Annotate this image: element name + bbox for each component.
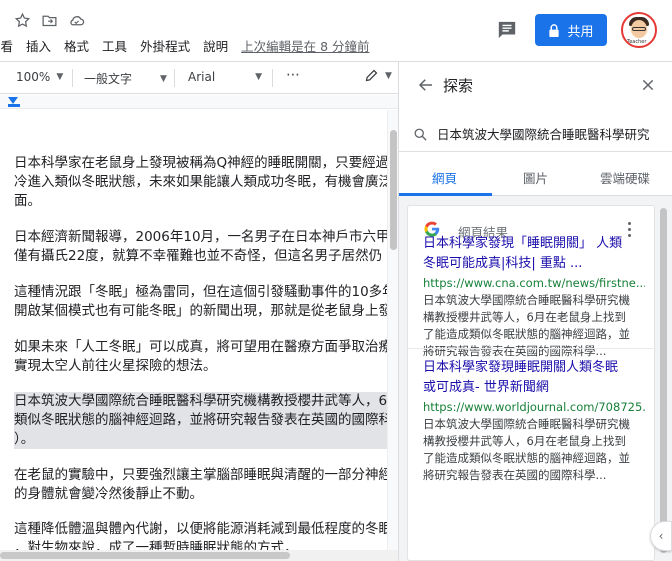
chevron-down-icon: ▼ <box>385 70 392 81</box>
share-button[interactable]: 共用 <box>535 14 607 46</box>
ruler[interactable] <box>0 95 398 109</box>
font-value: Arial <box>188 70 216 84</box>
doc-line: 如果未來「人工冬眠」可以成真，將可望用在醫療方面爭取治療 <box>14 339 388 355</box>
explore-search[interactable]: 日本筑波大學國際統合睡眠醫科學研究 <box>399 118 672 152</box>
result-snippet: 了能造成類似冬眠狀態的腦神經迴路，並 <box>423 451 630 465</box>
doc-line: ）。 <box>14 430 388 449</box>
doc-line: 的身體就會變冷然後靜止不動。 <box>14 486 203 502</box>
search-result[interactable]: 日本科學家發現「睡眠開關」 人類 冬眠可能成真|科技| 重點 ... https:/… <box>423 234 645 360</box>
result-title[interactable]: 冬眠可能成真|科技| 重點 ... <box>423 254 645 274</box>
doc-paragraph[interactable]: 日本經濟新聞報導，2006年10月，一名男子在日本神戶市六甲 僅有攝氏22度，就算… <box>14 228 388 266</box>
document-horizontal-scrollbar[interactable] <box>0 550 398 561</box>
doc-line: 類似冬眠狀態的腦神經迴路，並將研究報告發表在英國的國際科 <box>14 411 388 430</box>
explore-title: 探索 <box>443 77 474 95</box>
explore-panel: 探索 日本筑波大學國際統合睡眠醫科學研究 網頁 圖片 雲端硬碟 網頁結果 日本科… <box>398 62 672 561</box>
chevron-left-icon[interactable]: ‹ <box>650 521 672 551</box>
menu-format[interactable]: 格式 <box>64 36 89 55</box>
result-title[interactable]: 或可成真- 世界新聞網 <box>423 378 645 398</box>
menu-insert[interactable]: 插入 <box>26 36 51 55</box>
close-icon[interactable] <box>640 77 656 93</box>
doc-line: ，對生物來說，成了一種暫時睡眠狀態的方式， <box>14 540 298 550</box>
result-snippet: 日本筑波大學國際統合睡眠醫科學研究機 <box>423 293 630 307</box>
results-scrollbar[interactable] <box>660 204 667 559</box>
style-select[interactable]: 一般文字 ▼ <box>84 70 167 87</box>
avatar[interactable]: Teacher <box>621 12 657 48</box>
avatar-tag: Teacher <box>627 39 647 45</box>
doc-paragraph[interactable]: 日本科學家在老鼠身上發現被稱為Q神經的睡眠開關，只要經過 冷進入類似冬眠狀態，未來… <box>14 154 388 211</box>
search-icon <box>414 128 427 141</box>
menu-bar: 查看 插入 格式 工具 外掛程式 說明 上次編輯是在 8 分鐘前 <box>0 36 383 55</box>
doc-paragraph[interactable]: 在老鼠的實驗中，只要強烈讓主掌腦部睡眠與清醒的一部分神經 的身體就會變冷然後靜止不… <box>14 466 388 504</box>
result-snippet: 構教授櫻井武等人，6月在老鼠身上找到 <box>423 434 626 448</box>
document-vertical-scrollbar[interactable] <box>387 110 398 550</box>
doc-line: 實現太空人前往火星探險的想法。 <box>14 358 217 374</box>
indent-marker[interactable] <box>8 97 18 104</box>
doc-line: 在老鼠的實驗中，只要強烈讓主掌腦部睡眠與清醒的一部分神經 <box>14 467 388 483</box>
doc-paragraph[interactable]: 日本筑波大學國際統合睡眠醫科學研究機構教授櫻井武等人，6 類似冬眠狀態的腦神經迴路… <box>14 392 388 449</box>
doc-paragraph[interactable]: 這種情況跟「冬眠」極為雷同，但在這個引發騷動事件的10多年 開啟某個模式也有可能冬… <box>14 283 388 321</box>
menu-view[interactable]: 查看 <box>0 36 13 55</box>
share-label: 共用 <box>567 24 594 40</box>
doc-title-icons <box>14 12 85 29</box>
star-icon[interactable] <box>14 12 31 29</box>
result-snippet: 了能造成類似冬眠狀態的腦神經迴路，並 <box>423 327 630 341</box>
back-arrow-icon[interactable] <box>417 76 435 94</box>
last-edit-link[interactable]: 上次編輯是在 8 分鐘前 <box>241 36 369 55</box>
doc-line: 開啟某個模式也有可能冬眠」的新聞出現，那就是從老鼠身上發 <box>14 303 388 319</box>
more-icon: ⋯ <box>286 67 300 83</box>
doc-line: 僅有攝氏22度，就算不幸罹難也並不奇怪，但這名男子居然仍 <box>14 248 383 264</box>
doc-line: 日本經濟新聞報導，2006年10月，一名男子在日本神戶市六甲 <box>14 229 388 245</box>
result-snippet: 日本筑波大學國際統合睡眠醫科學研究機 <box>423 417 630 431</box>
chevron-down-icon: ▼ <box>255 72 263 82</box>
zoom-value: 100% <box>16 70 51 84</box>
chevron-down-icon: ▼ <box>160 73 167 84</box>
doc-line: 這種情況跟「冬眠」極為雷同，但在這個引發騷動事件的10多年 <box>14 284 388 300</box>
doc-line: 面。 <box>14 193 41 209</box>
tab-drive[interactable]: 雲端硬碟 <box>600 168 650 187</box>
result-url: https://www.cna.com.tw/news/firstne... <box>423 276 645 290</box>
cloud-status-icon[interactable] <box>68 12 85 29</box>
doc-paragraph[interactable]: 這種降低體溫與體內代謝，以便將能源消耗減到最低程度的冬眠 ，對生物來說，成了一種暫… <box>14 520 388 550</box>
chevron-down-icon: ▼ <box>56 72 64 82</box>
zoom-select[interactable]: 100% ▼ <box>16 70 63 84</box>
menu-addons[interactable]: 外掛程式 <box>140 36 190 55</box>
more-button[interactable]: ⋯ <box>286 67 300 83</box>
result-snippet: 將研究報告發表在英國的國際科學... <box>423 468 607 482</box>
doc-line: 冷進入類似冬眠狀態，未來如果能讓人類成功冬眠，有機會廣泛 <box>14 174 388 190</box>
web-results-card: 網頁結果 日本科學家發現「睡眠開關」 人類 冬眠可能成真|科技| 重點 ... ht… <box>407 205 656 561</box>
result-title[interactable]: 日本科學家發現睡眠開關人類冬眠 <box>423 358 645 378</box>
lock-icon <box>549 23 560 37</box>
style-value: 一般文字 <box>84 72 133 86</box>
search-input[interactable]: 日本筑波大學國際統合睡眠醫科學研究 <box>437 124 672 143</box>
comment-icon[interactable] <box>496 20 518 40</box>
result-title[interactable]: 日本科學家發現「睡眠開關」 人類 <box>423 234 645 254</box>
explore-header: 探索 <box>399 62 672 110</box>
result-snippet: 構教授櫻井武等人，6月在老鼠身上找到 <box>423 310 626 324</box>
tab-images[interactable]: 圖片 <box>523 168 548 187</box>
font-select[interactable]: Arial ▼ <box>188 70 262 84</box>
explore-results: 網頁結果 日本科學家發現「睡眠開關」 人類 冬眠可能成真|科技| 重點 ... ht… <box>399 196 672 561</box>
doc-line: 這種降低體溫與體內代謝，以便將能源消耗減到最低程度的冬眠 <box>14 521 388 537</box>
tab-web[interactable]: 網頁 <box>432 168 457 187</box>
menu-tools[interactable]: 工具 <box>102 36 127 55</box>
search-result[interactable]: 日本科學家發現睡眠開關人類冬眠 或可成真- 世界新聞網 https://www.wo… <box>423 358 645 484</box>
top-bar: 查看 插入 格式 工具 外掛程式 說明 上次編輯是在 8 分鐘前 共用 Teac… <box>0 0 672 62</box>
result-url: https://www.worldjournal.com/708725... <box>423 400 645 414</box>
editing-mode-button[interactable]: ▼ <box>364 68 392 83</box>
doc-paragraph[interactable]: 如果未來「人工冬眠」可以成真，將可望用在醫療方面爭取治療 實現太空人前往火星探險的… <box>14 338 388 376</box>
move-folder-icon[interactable] <box>41 12 58 29</box>
pen-icon <box>365 69 378 82</box>
document-canvas[interactable]: 日本科學家在老鼠身上發現被稱為Q神經的睡眠開關，只要經過 冷進入類似冬眠狀態，未來… <box>0 110 388 550</box>
menu-help[interactable]: 說明 <box>203 36 228 55</box>
doc-line: 日本科學家在老鼠身上發現被稱為Q神經的睡眠開關，只要經過 <box>14 155 388 171</box>
format-toolbar: 100% ▼ 一般文字 ▼ Arial ▼ ⋯ ▼ <box>0 62 398 94</box>
explore-tabs: 網頁 圖片 雲端硬碟 <box>399 156 672 196</box>
doc-line: 日本筑波大學國際統合睡眠醫科學研究機構教授櫻井武等人，6 <box>14 392 388 411</box>
